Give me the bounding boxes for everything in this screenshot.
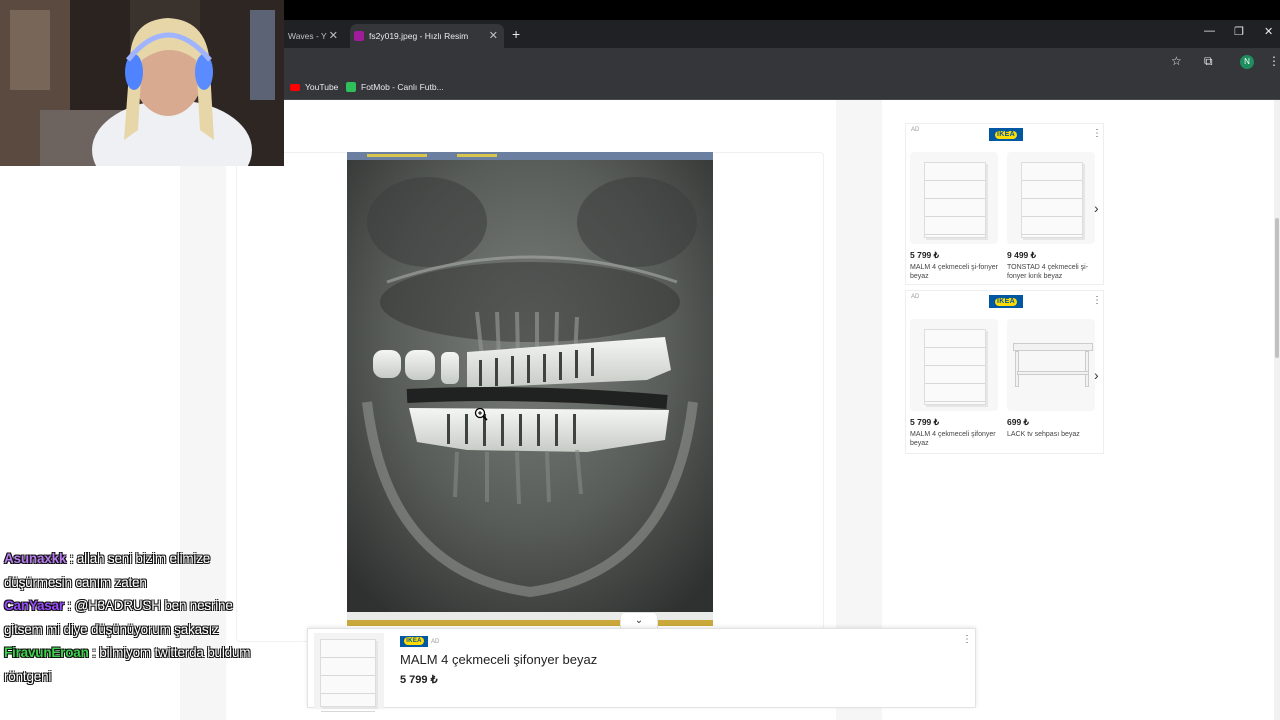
chat-username: FiravunEroan <box>4 645 89 660</box>
product-card[interactable]: 5 799 ₺ MALM 4 çekmeceli şi-fonyer beyaz <box>910 152 1002 281</box>
more-options-icon[interactable]: ⋮ <box>1092 128 1102 139</box>
chevron-down-icon: ⌄ <box>634 615 644 626</box>
profile-avatar[interactable]: N <box>1240 55 1254 69</box>
ad-tag: AD <box>911 294 920 300</box>
ikea-logo: IKEA <box>400 636 428 647</box>
product-name: MALM 4 çekmeceli şifonyer beyaz <box>910 431 996 447</box>
ikea-logo: IKEA <box>989 128 1023 141</box>
collapse-ad-button[interactable]: ⌄ <box>620 612 658 629</box>
chevron-right-icon[interactable]: › <box>1094 200 1099 216</box>
scrollbar[interactable] <box>1274 100 1280 720</box>
product-image <box>910 152 998 244</box>
restore-icon[interactable]: ❐ <box>1234 25 1244 38</box>
product-card[interactable]: 9 499 ₺ TONSTAD 4 çekmeceli şi-fonyer kı… <box>1007 152 1099 281</box>
bottom-sticky-ad[interactable]: IKEA AD MALM 4 çekmeceli şifonyer beyaz … <box>307 628 976 712</box>
bookmark-star-icon[interactable]: ☆ <box>1171 54 1182 68</box>
new-tab-button[interactable]: + <box>512 26 520 42</box>
ad-carousel-top[interactable]: AD IKEA ⋮ 5 799 ₺ MALM 4 çekmeceli şi-fo… <box>905 123 1104 285</box>
tab-waves[interactable]: Waves - Y ✕ <box>284 24 344 48</box>
chevron-right-icon[interactable]: › <box>1094 367 1099 383</box>
product-name[interactable]: MALM 4 çekmeceli şifonyer beyaz <box>400 652 597 667</box>
product-image <box>1007 319 1095 411</box>
product-image <box>314 633 384 712</box>
product-card[interactable]: 5 799 ₺ MALM 4 çekmeceli şifonyer beyaz <box>910 319 1002 448</box>
tab-label: Waves - Y <box>288 31 327 41</box>
product-card[interactable]: 699 ₺ LACK tv sehpası beyaz <box>1007 319 1099 439</box>
product-price: 5 799 ₺ <box>910 250 940 260</box>
ikea-logo: IKEA <box>989 295 1023 308</box>
youtube-icon <box>290 83 300 91</box>
close-window-icon[interactable]: ✕ <box>1264 25 1273 38</box>
bookmark-youtube[interactable]: YouTube <box>290 82 338 92</box>
product-price: 699 ₺ <box>1007 417 1029 427</box>
streamer-webcam <box>0 0 284 166</box>
ad-tag: AD <box>911 127 920 133</box>
chat-message: Asunaxkk : allah seni bizim elimize düşü… <box>4 547 264 594</box>
tab-image[interactable]: fs2y019.jpeg - Hızlı Resim ✕ <box>350 24 504 48</box>
zoom-in-cursor-icon <box>474 407 488 421</box>
product-image <box>910 319 998 411</box>
close-icon[interactable]: ✕ <box>329 29 338 42</box>
fotmob-icon <box>346 82 356 92</box>
minimize-icon[interactable]: — <box>1204 25 1215 37</box>
chat-username: Asunaxkk <box>4 551 67 566</box>
ad-carousel-second[interactable]: AD IKEA ⋮ 5 799 ₺ MALM 4 çekmeceli şifon… <box>905 290 1104 454</box>
bookmark-fotmob[interactable]: FotMob - Canlı Futb... <box>346 82 444 92</box>
chat-message: CanYasar : @H3ADRUSH ben nesrine gitsem … <box>4 594 264 641</box>
scrollbar-thumb[interactable] <box>1275 218 1279 358</box>
image-favicon-icon <box>354 31 364 41</box>
product-name: TONSTAD 4 çekmeceli şi-fonyer kırık beya… <box>1007 264 1089 280</box>
extensions-icon[interactable]: ⧉ <box>1204 54 1213 69</box>
chat-message: FiravunEroan : bilmiyom twitterda buldum… <box>4 641 264 688</box>
bookmark-label: FotMob - Canlı Futb... <box>361 82 444 92</box>
bookmark-label: YouTube <box>305 82 339 92</box>
menu-kebab-icon[interactable]: ⋮ <box>1268 54 1280 68</box>
close-icon[interactable]: ✕ <box>489 29 498 42</box>
right-margin <box>836 100 882 720</box>
product-price: 5 799 ₺ <box>910 417 940 427</box>
product-price: 5 799 ₺ <box>400 674 438 686</box>
stream-chat: Asunaxkk : allah seni bizim elimize düşü… <box>4 547 264 688</box>
bookmarks-bar: YouTube FotMob - Canlı Futb... <box>284 76 1280 100</box>
product-name: LACK tv sehpası beyaz <box>1007 431 1080 438</box>
address-toolbar: ☆ ⧉ N ⋮ <box>284 48 1280 76</box>
tab-label: fs2y019.jpeg - Hızlı Resim <box>369 31 469 41</box>
chat-username: CanYasar <box>4 598 64 613</box>
more-options-icon[interactable]: ⋮ <box>962 634 972 645</box>
product-name: MALM 4 çekmeceli şi-fonyer beyaz <box>910 264 998 280</box>
more-options-icon[interactable]: ⋮ <box>1092 295 1102 306</box>
tab-strip: Waves - Y ✕ fs2y019.jpeg - Hızlı Resim ✕… <box>284 20 1280 48</box>
product-price: 9 499 ₺ <box>1007 250 1037 260</box>
ad-tag: AD <box>431 639 440 645</box>
product-image <box>1007 152 1095 244</box>
xray-image[interactable] <box>347 152 713 626</box>
